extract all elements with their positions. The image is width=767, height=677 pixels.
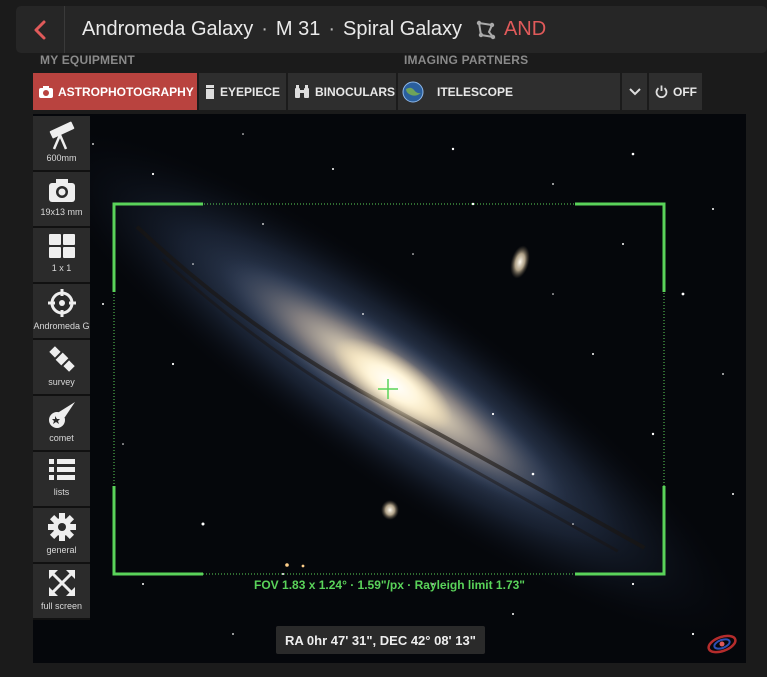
globe-icon — [402, 81, 424, 103]
comet-icon — [48, 402, 75, 428]
sidebar-item-label: lists — [53, 487, 70, 497]
fullscreen-icon — [48, 570, 75, 596]
galaxy-logo-icon — [707, 634, 737, 654]
constellation-icon[interactable] — [476, 20, 496, 40]
sidebar-item-target[interactable]: Andromeda G — [33, 284, 90, 340]
grid-icon — [48, 234, 75, 258]
eyepiece-label: EYEPIECE — [220, 84, 281, 99]
list-icon — [48, 459, 75, 480]
eyepiece-icon — [205, 84, 215, 99]
binoculars-label: BINOCULARS — [315, 84, 395, 99]
object-catalog: M 31 — [275, 18, 321, 40]
sidebar-item-label: 1 x 1 — [51, 263, 72, 273]
binoculars-button[interactable]: BINOCULARS — [288, 73, 398, 110]
header-bar: Andromeda Galaxy · M 31 · Spiral Galaxy … — [16, 6, 767, 53]
back-button[interactable] — [16, 6, 65, 53]
sidebar-item-label: Andromeda G — [33, 321, 90, 331]
imaging-partners-label: IMAGING PARTNERS — [404, 53, 529, 67]
sidebar-item-camera[interactable]: 19x13 mm — [33, 172, 90, 228]
sidebar-item-label: full screen — [40, 601, 83, 611]
fov-readout: FOV 1.83 x 1.24° · 1.59"/px · Rayleigh l… — [254, 578, 525, 592]
page-title: Andromeda Galaxy · M 31 · Spiral Galaxy … — [82, 6, 546, 53]
sidebar-item-label: survey — [48, 377, 75, 387]
power-icon — [655, 85, 668, 98]
binoculars-icon — [294, 85, 310, 98]
astrophotography-label: ASTROPHOTOGRAPHY — [58, 84, 194, 99]
sidebar-item-comet[interactable]: comet — [33, 396, 90, 452]
coordinates-readout: RA 0hr 47' 31", DEC 42° 08' 13" — [276, 626, 485, 654]
my-equipment-label: MY EQUIPMENT — [40, 53, 135, 67]
object-type: Spiral Galaxy — [343, 18, 462, 40]
sidebar-item-fullscreen[interactable]: full screen — [33, 564, 90, 620]
sidebar-item-label: comet — [49, 433, 74, 443]
camera-icon — [48, 179, 75, 202]
imaging-partner-select[interactable]: ITELESCOPE — [398, 73, 622, 110]
partner-off-button[interactable]: OFF — [649, 73, 702, 110]
sky-view[interactable]: FOV 1.83 x 1.24° · 1.59"/px · Rayleigh l… — [33, 114, 746, 663]
object-name: Andromeda Galaxy — [82, 18, 254, 40]
sidebar-item-label: 19x13 mm — [40, 207, 83, 217]
telescope-icon — [49, 121, 74, 150]
sidebar-item-lists[interactable]: lists — [33, 452, 90, 508]
title-separator: · — [261, 18, 268, 40]
chevron-down-icon — [628, 87, 641, 95]
sidebar-item-label: general — [46, 545, 77, 555]
sidebar-item-survey[interactable]: survey — [33, 340, 90, 396]
off-label: OFF — [673, 84, 697, 99]
sidebar-item-general[interactable]: general — [33, 508, 90, 564]
imaging-partner-controls: ITELESCOPE OFF — [398, 73, 702, 110]
sidebar-item-label: 600mm — [46, 153, 77, 163]
imaging-partner-value: ITELESCOPE — [437, 84, 514, 99]
chevron-left-icon — [34, 20, 46, 39]
eyepiece-button[interactable]: EYEPIECE — [199, 73, 288, 110]
equipment-tabs: ASTROPHOTOGRAPHY EYEPIECE BINOCULARS — [33, 73, 398, 110]
crosshair-icon — [47, 289, 76, 317]
astrophotography-button[interactable]: ASTROPHOTOGRAPHY — [33, 73, 199, 110]
sidebar-item-mosaic[interactable]: 1 x 1 — [33, 228, 90, 284]
partner-dropdown-button[interactable] — [622, 73, 649, 110]
satellite-icon — [48, 346, 75, 372]
constellation-link[interactable]: AND — [504, 18, 546, 41]
gear-icon — [47, 513, 76, 541]
title-separator: · — [328, 18, 336, 40]
camera-icon — [39, 85, 53, 98]
sidebar-toolbar: 600mm 19x13 mm 1 x 1 Andromeda G survey … — [33, 116, 90, 620]
sidebar-item-telescope[interactable]: 600mm — [33, 116, 90, 172]
